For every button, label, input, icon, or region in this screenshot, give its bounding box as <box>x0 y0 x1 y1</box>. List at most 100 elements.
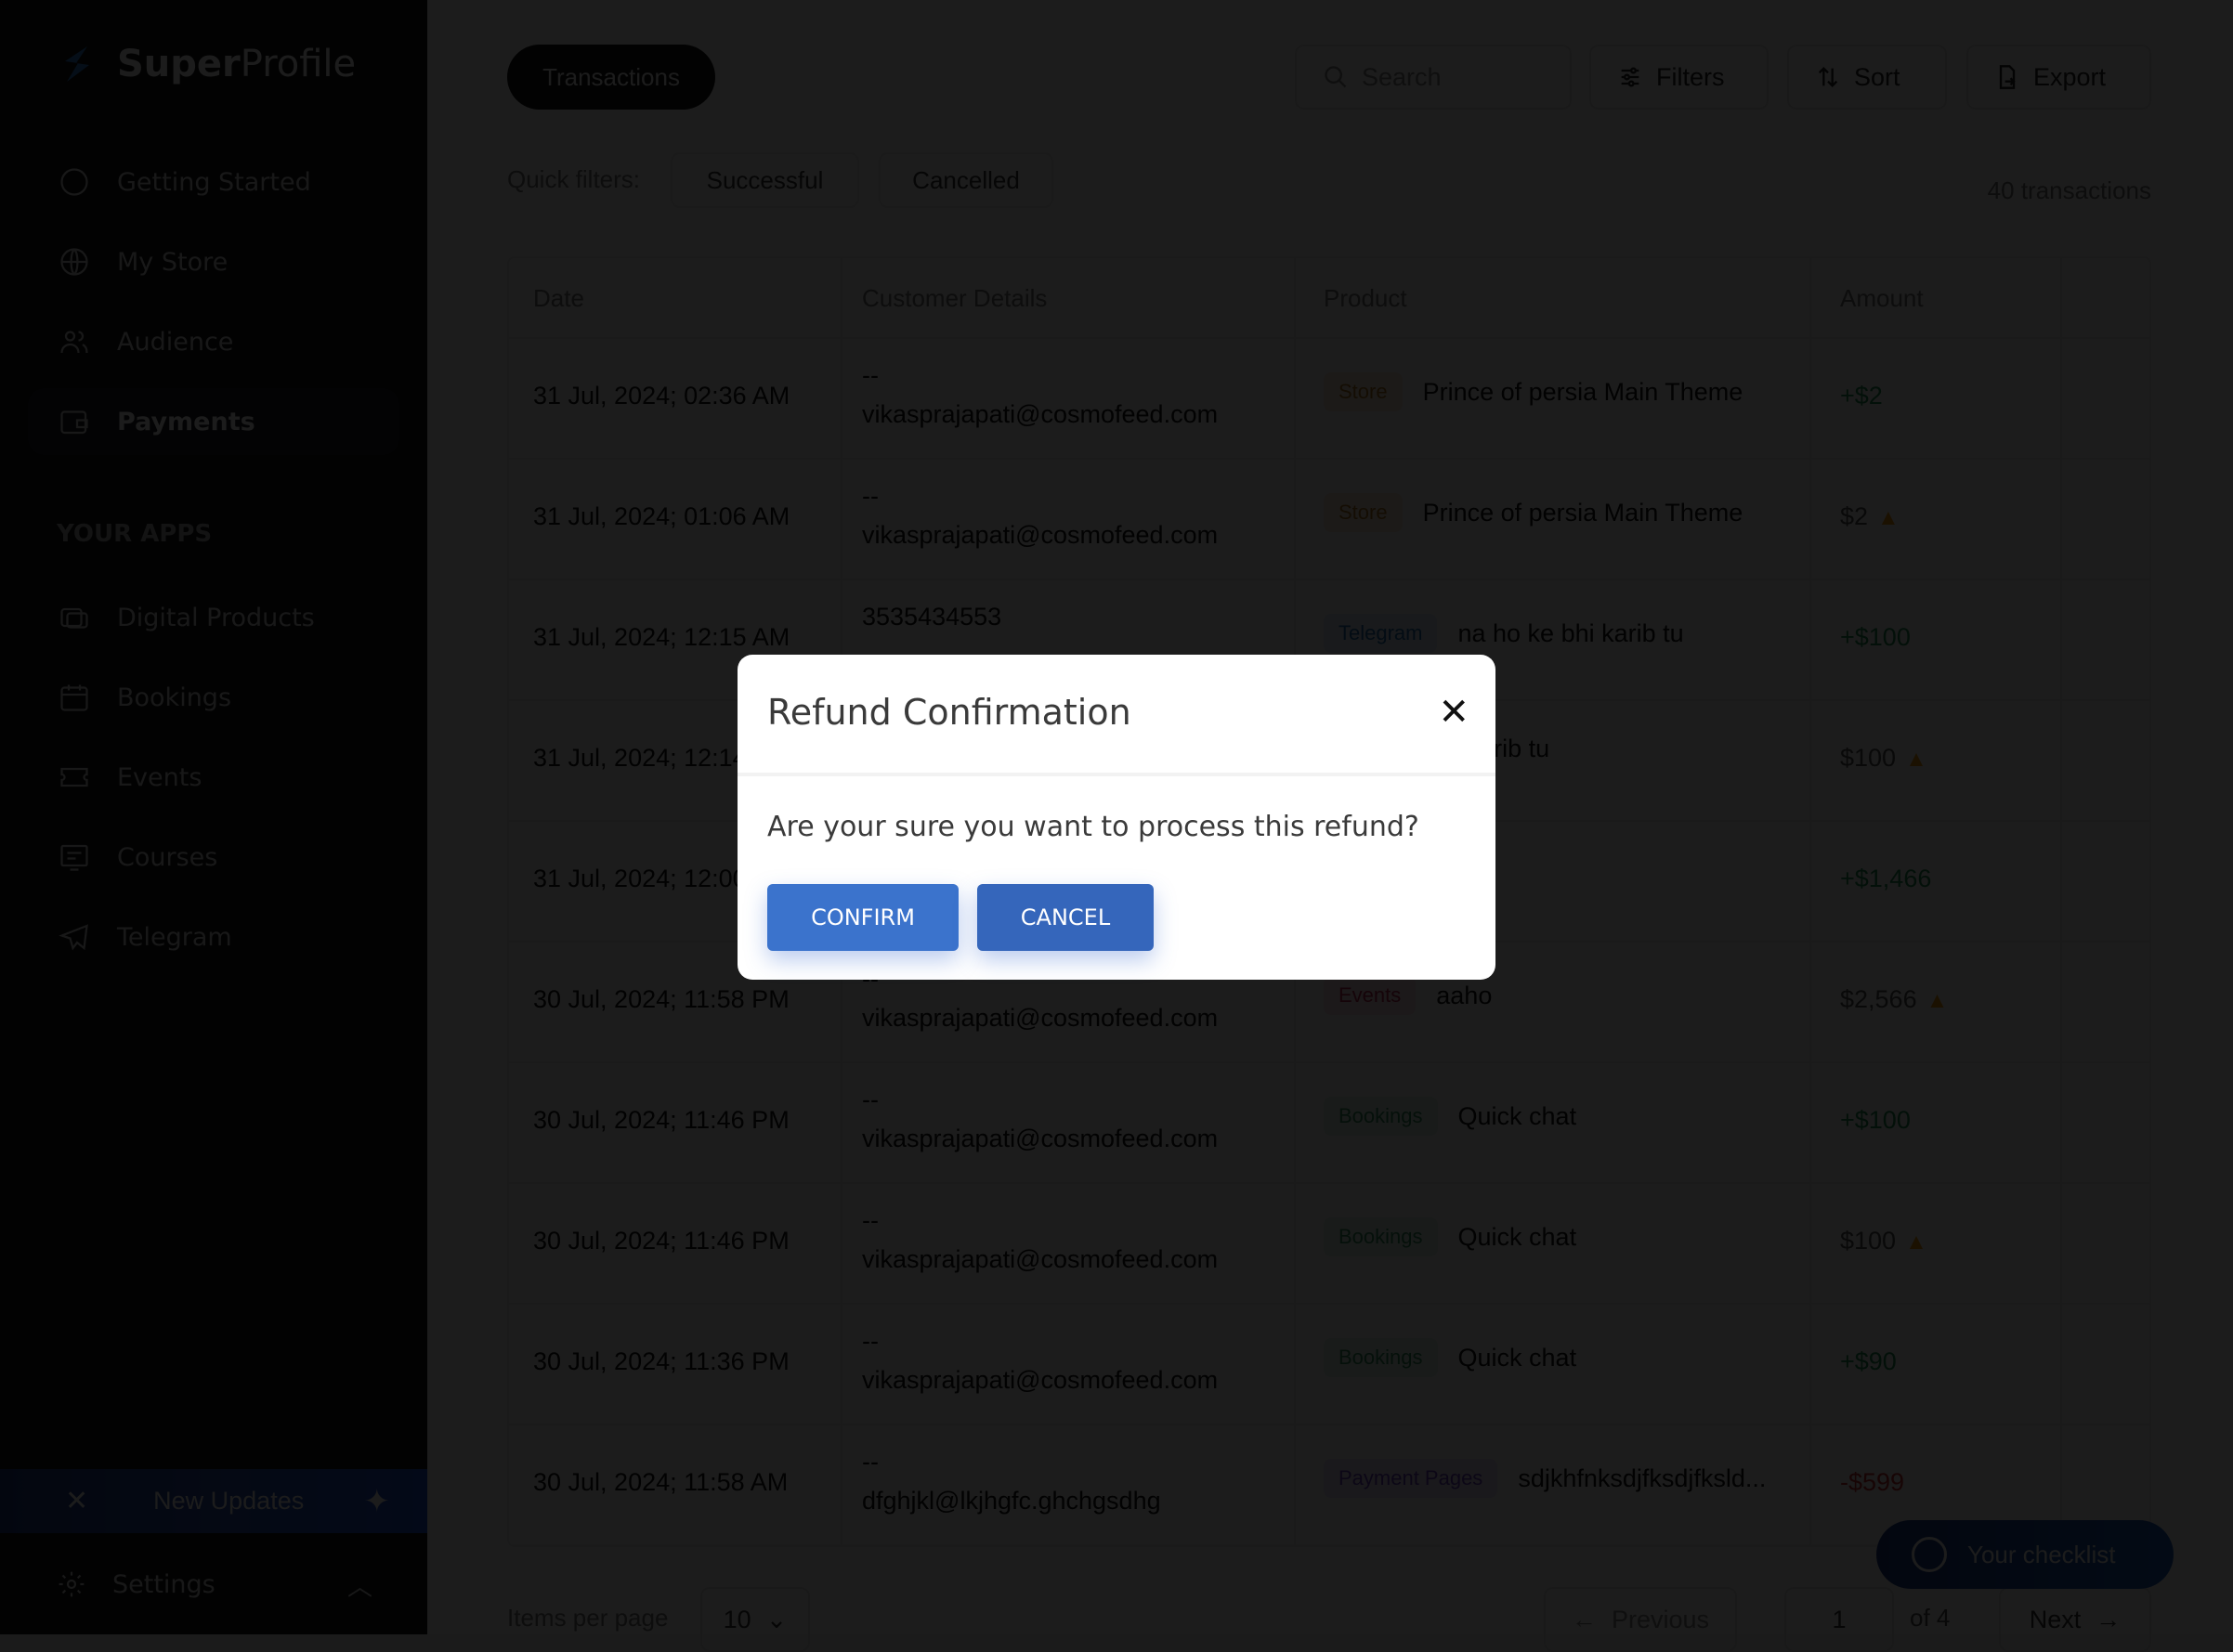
superprofile-logo-icon <box>65 46 89 82</box>
sidebar-item-telegram[interactable]: Telegram <box>28 904 399 970</box>
items-per-page-select[interactable]: 10 ⌄ <box>700 1587 810 1652</box>
sidebar-item-bookings[interactable]: Bookings <box>28 664 399 731</box>
previous-label: Previous <box>1611 1605 1710 1633</box>
product-type-badge: Telegram <box>1324 614 1438 653</box>
transactions-count: 40 transactions <box>1987 176 2151 204</box>
users-icon <box>60 331 88 354</box>
product-type-badge: Store <box>1324 493 1403 532</box>
date-cell: 30 Jul, 2024; 11:58 PM <box>533 985 790 1013</box>
customer-email: vikasprajapati@cosmofeed.com <box>862 1125 1219 1152</box>
dialog-divider <box>738 773 1495 776</box>
chevron-down-icon: ⌄ <box>765 1605 788 1633</box>
telegram-icon <box>59 924 88 951</box>
customer-line1: -- <box>862 1206 879 1234</box>
column-product: Product <box>1324 284 1407 312</box>
next-button[interactable]: Next → <box>1999 1587 2151 1652</box>
amount-value: +$2 <box>1840 382 1883 410</box>
sidebar-item-audience[interactable]: Audience <box>28 308 399 375</box>
filters-label: Filters <box>1656 62 1725 91</box>
product-name: Prince of persia Main Theme <box>1422 498 1743 527</box>
progress-ring-icon <box>1912 1537 1947 1572</box>
date-cell: 31 Jul, 2024; 12:15 AM <box>533 623 790 651</box>
wallet-icon <box>60 410 88 435</box>
close-icon[interactable]: ✕ <box>65 1485 88 1517</box>
amount-value: +$100 <box>1840 1106 1911 1134</box>
new-updates-banner[interactable]: ✕ New Updates ✦ <box>0 1469 427 1533</box>
table-row[interactable]: 30 Jul, 2024; 11:46 PM -- vikasprajapati@c… <box>509 1063 2149 1184</box>
column-date: Date <box>533 284 584 312</box>
table-row[interactable]: 31 Jul, 2024; 02:36 AM -- vikasprajapati@c… <box>509 339 2149 460</box>
sidebar-item-label: Courses <box>117 842 218 872</box>
product-name: aaho <box>1436 981 1493 1009</box>
close-icon[interactable]: ✕ <box>1438 694 1469 731</box>
sort-button[interactable]: Sort <box>1787 45 1947 110</box>
sidebar-item-settings[interactable]: Settings ︿ <box>57 1560 372 1608</box>
customer-line1: -- <box>862 482 879 510</box>
customer-line1: -- <box>862 1327 879 1355</box>
warning-icon: ▲ <box>1905 747 1927 772</box>
dialog-title: Refund Confirmation <box>767 692 1131 733</box>
product-type-badge: Store <box>1324 372 1403 411</box>
refund-confirmation-dialog: Refund Confirmation ✕ Are your sure you … <box>738 655 1495 980</box>
search-input[interactable]: Search <box>1295 45 1572 110</box>
quick-filter-successful[interactable]: Successful <box>671 152 859 208</box>
tab-transactions[interactable]: Transactions <box>507 45 715 110</box>
logo[interactable]: SuperProfile <box>54 41 356 87</box>
confirm-button[interactable]: CONFIRM <box>767 884 959 951</box>
table-row[interactable]: 30 Jul, 2024; 11:36 PM -- vikasprajapati@c… <box>509 1305 2149 1425</box>
courses-icon <box>60 844 88 871</box>
arrow-right-icon: → <box>2096 1605 2122 1633</box>
column-amount: Amount <box>1840 284 1924 312</box>
page-number-input[interactable]: 1 <box>1784 1587 1894 1652</box>
digital-products-icon <box>60 607 88 629</box>
sidebar-item-label: Getting Started <box>117 167 311 197</box>
product-name: sdjkhfnksdjfksdjfksld... <box>1518 1463 1767 1492</box>
warning-icon: ▲ <box>1905 1229 1927 1255</box>
sidebar-item-events[interactable]: Events <box>28 744 399 811</box>
export-button[interactable]: Export <box>1966 45 2151 110</box>
sidebar: SuperProfile Getting Started My Store Audi… <box>0 0 427 1634</box>
customer-email: vikasprajapati@cosmofeed.com <box>862 1004 1219 1032</box>
product-name: Quick chat <box>1457 1222 1577 1251</box>
cancel-button[interactable]: CANCEL <box>977 884 1154 951</box>
customer-email: vikasprajapati@cosmofeed.com <box>862 1245 1219 1273</box>
search-icon <box>1325 66 1347 88</box>
product-type-badge: Bookings <box>1324 1217 1438 1256</box>
product-name: Prince of persia Main Theme <box>1422 377 1743 406</box>
amount-value: $100 <box>1840 1227 1897 1255</box>
new-updates-label: New Updates <box>153 1487 305 1515</box>
sidebar-item-getting-started[interactable]: Getting Started <box>28 149 399 215</box>
sidebar-item-digital-products[interactable]: Digital Products <box>28 584 399 651</box>
export-file-icon <box>1999 65 2016 89</box>
chevron-up-icon[interactable]: ︿ <box>347 1567 372 1603</box>
product-type-badge: Payment Pages <box>1324 1459 1498 1498</box>
product-type-badge: Bookings <box>1324 1097 1438 1136</box>
product-name: na ho ke bhi karib tu <box>1457 618 1684 647</box>
column-customer: Customer Details <box>862 284 1048 312</box>
warning-icon: ▲ <box>1926 988 1949 1013</box>
product-type-badge: Events <box>1324 976 1417 1015</box>
date-cell: 30 Jul, 2024; 11:46 PM <box>533 1106 790 1134</box>
sidebar-item-my-store[interactable]: My Store <box>28 228 399 295</box>
amount-value: +$1,466 <box>1840 865 1932 892</box>
amount-value: $2,566 <box>1840 985 1917 1013</box>
date-cell: 30 Jul, 2024; 11:36 PM <box>533 1347 790 1375</box>
your-apps-label: YOUR APPS <box>57 520 213 548</box>
your-checklist-button[interactable]: Your checklist <box>1876 1520 2174 1589</box>
customer-email: dfghjkl@lkjhgfc.ghchgsdhg <box>862 1487 1161 1515</box>
quick-filters-label: Quick filters: <box>507 165 641 193</box>
product-name: Quick chat <box>1457 1101 1577 1130</box>
previous-button[interactable]: ← Previous <box>1544 1587 1737 1652</box>
sidebar-item-payments[interactable]: Payments <box>28 388 399 455</box>
product-name: Quick chat <box>1457 1343 1577 1372</box>
sidebar-item-courses[interactable]: Courses <box>28 824 399 891</box>
dialog-message: Are your sure you want to process this r… <box>767 811 1419 843</box>
pagination: Items per page 10 ⌄ ← Previous 1 of 4 Next… <box>507 1587 2151 1652</box>
quick-filter-cancelled[interactable]: Cancelled <box>879 152 1053 208</box>
table-row[interactable]: 30 Jul, 2024; 11:46 PM -- vikasprajapati@c… <box>509 1184 2149 1305</box>
filters-button[interactable]: Filters <box>1589 45 1769 110</box>
sidebar-item-label: Payments <box>117 407 255 436</box>
customer-line1: 3535434553 <box>862 603 1002 631</box>
table-row[interactable]: 31 Jul, 2024; 01:06 AM -- vikasprajapati@c… <box>509 460 2149 580</box>
search-placeholder: Search <box>1362 62 1442 91</box>
